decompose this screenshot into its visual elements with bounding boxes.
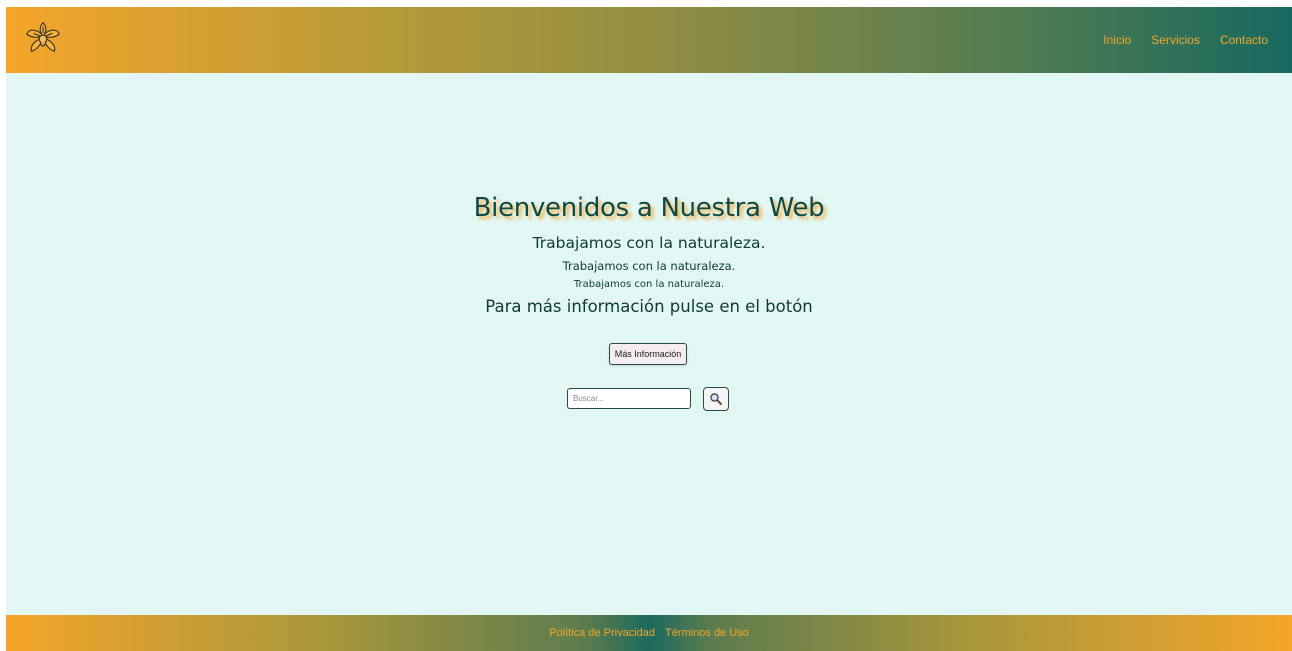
nav-link-contacto[interactable]: Contacto [1220,33,1268,47]
main-nav: Inicio Servicios Contacto [1103,7,1268,73]
more-info-button[interactable]: Más Información [609,343,687,365]
tagline-small: Trabajamos con la naturaleza. [573,279,725,290]
search-input[interactable] [567,388,691,409]
footer-link-terms[interactable]: Términos de Uso [665,627,749,639]
search-button[interactable] [703,387,729,411]
footer-link-privacy[interactable]: Política de Privacidad [549,627,655,639]
magnifier-icon [710,393,722,405]
nav-link-inicio[interactable]: Inicio [1103,33,1131,47]
page-title: Bienvenidos a Nuestra Web [473,193,825,223]
tagline-medium: Trabajamos con la naturaleza. [562,259,736,273]
tagline-large: Trabajamos con la naturaleza. [532,234,766,252]
main-content: Bienvenidos a Nuestra Web Trabajamos con… [6,73,1292,615]
info-prompt: Para más información pulse en el botón [485,297,813,316]
nav-link-servicios[interactable]: Servicios [1151,33,1200,47]
orchid-flower-icon[interactable] [24,18,62,58]
site-header: Inicio Servicios Contacto [6,7,1292,73]
site-footer: Política de Privacidad Términos de Uso [6,615,1292,651]
page: Inicio Servicios Contacto Bienvenidos a … [6,7,1292,651]
